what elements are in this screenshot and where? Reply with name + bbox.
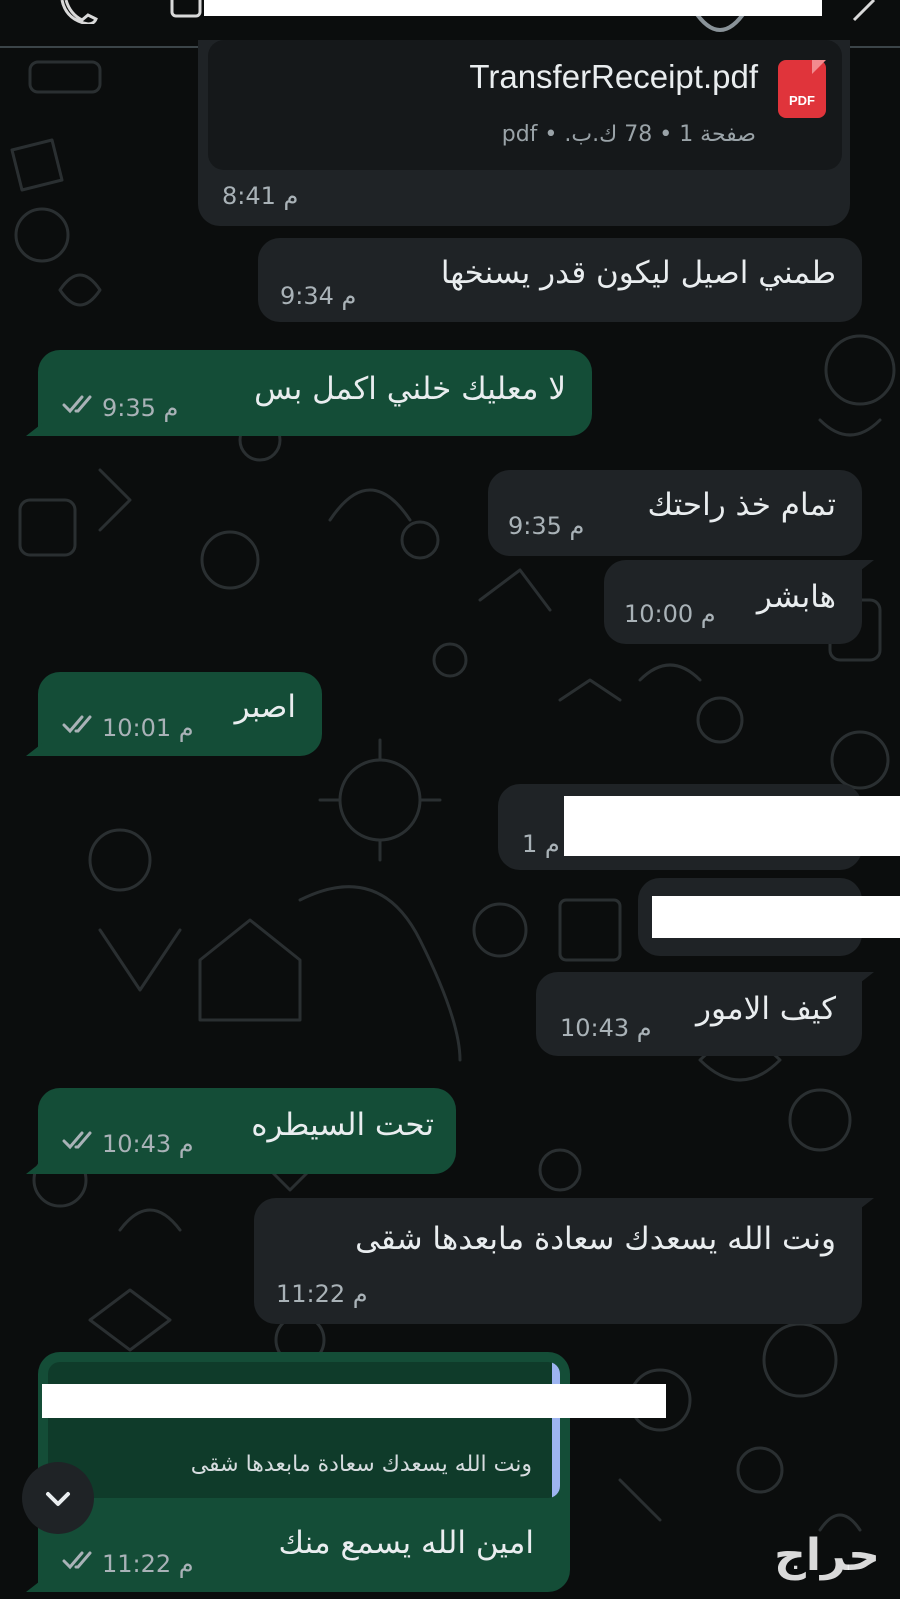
redacted-message (564, 796, 900, 856)
message-time: 11:22 م (276, 1280, 368, 1308)
double-check-icon (62, 1551, 92, 1570)
message-time: 1 م (522, 830, 560, 858)
phone-icon[interactable] (60, 0, 110, 28)
message-time: 10:43 م (560, 1014, 652, 1042)
message-text: طمني اصيل ليكون قدر يسنخها (440, 255, 836, 291)
message-time: 11:22 م (102, 1550, 194, 1578)
message-text: تمام خذ راحتك (647, 487, 836, 523)
watermark-text: حراج (774, 1530, 880, 1581)
double-check-icon (62, 1131, 92, 1150)
message-text: امين الله يسمع منك (278, 1525, 534, 1561)
haraj-watermark: حراج (690, 1530, 880, 1585)
message-outgoing[interactable]: تحت السيطره 10:43 م (26, 1088, 456, 1174)
message-time: 10:00 م (624, 600, 716, 628)
file-meta: صفحة 1 • 78 ك.ب. • pdf (501, 122, 756, 147)
message-text: كيف الامور (696, 991, 836, 1027)
chevron-down-icon (46, 1492, 70, 1506)
message-incoming[interactable]: هابشر 10:00 م (604, 560, 874, 644)
file-name: TransferReceipt.pdf (469, 58, 758, 95)
double-check-icon (62, 395, 92, 414)
redacted-message (652, 896, 900, 938)
message-time: 10:43 م (102, 1130, 194, 1158)
message-time: 8:41 م (222, 182, 299, 210)
message-incoming[interactable]: طمني اصيل ليكون قدر يسنخها 9:34 م (258, 238, 862, 322)
redacted-quote-sender (42, 1384, 666, 1418)
message-incoming[interactable]: تمام خذ راحتك 9:35 م (488, 470, 862, 556)
more-icon[interactable] (850, 0, 890, 28)
message-time: 9:34 م (280, 282, 357, 310)
pdf-attachment-card[interactable]: PDF TransferReceipt.pdf صفحة 1 • 78 ك.ب.… (208, 40, 842, 170)
message-incoming[interactable]: ونت الله يسعدك سعادة مابعدها شقى 11:22 م (254, 1198, 874, 1324)
message-file[interactable]: PDF TransferReceipt.pdf صفحة 1 • 78 ك.ب.… (198, 40, 850, 226)
message-outgoing[interactable]: لا معليك خلني اكمل بس 9:35 م (26, 350, 592, 436)
message-time: 9:35 م (508, 512, 585, 540)
message-text: ونت الله يسعدك سعادة مابعدها شقى (355, 1221, 836, 1257)
quoted-message[interactable]: ونت الله يسعدك سعادة مابعدها شقى (48, 1362, 560, 1498)
redacted-header-name (204, 0, 822, 16)
message-outgoing[interactable]: اصبر 10:01 م (26, 672, 322, 756)
message-text: تحت السيطره (251, 1107, 434, 1143)
message-text: لا معليك خلني اكمل بس (254, 371, 566, 407)
message-incoming[interactable]: كيف الامور 10:43 م (536, 972, 874, 1056)
pdf-icon-label: PDF (789, 93, 815, 108)
message-text: اصبر (234, 689, 296, 725)
double-check-icon (62, 715, 92, 734)
message-time: 10:01 م (102, 714, 194, 742)
quote-accent-bar (552, 1362, 560, 1498)
pdf-icon: PDF (778, 60, 826, 118)
message-text: هابشر (756, 579, 836, 615)
message-time: 9:35 م (102, 394, 179, 422)
quoted-text: ونت الله يسعدك سعادة مابعدها شقى (190, 1452, 532, 1477)
scroll-to-bottom-button[interactable] (22, 1462, 94, 1534)
